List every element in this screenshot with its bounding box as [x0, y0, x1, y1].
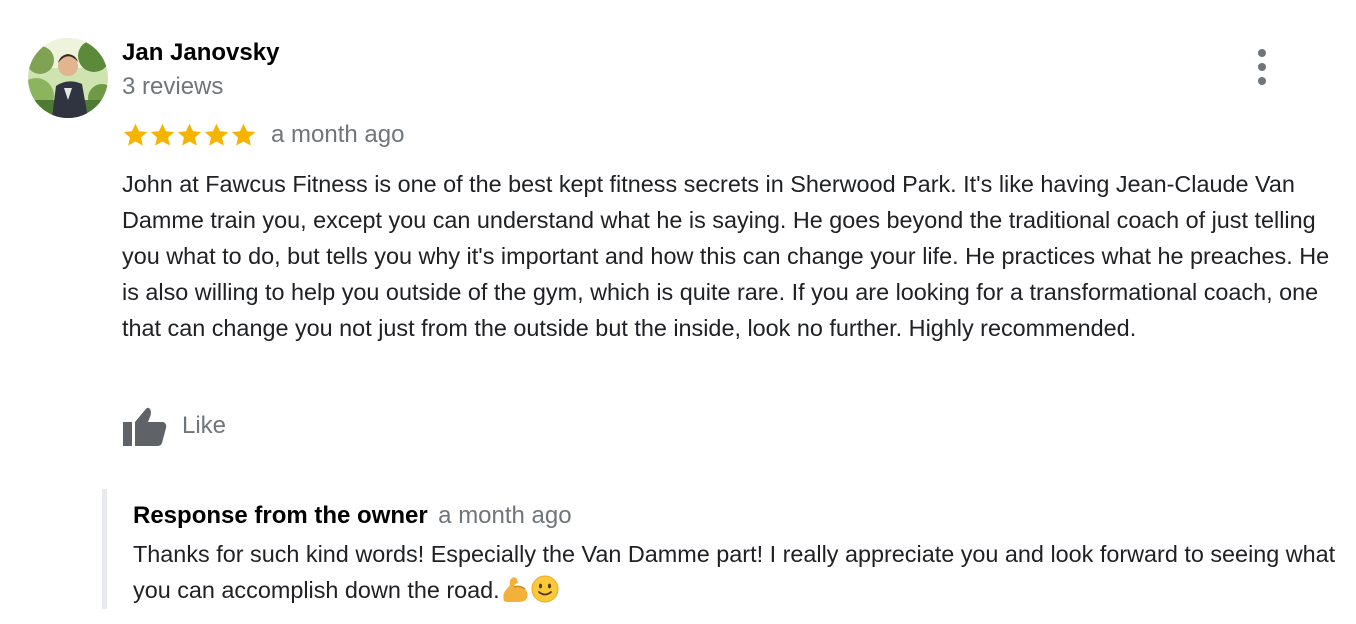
star-icon [204, 123, 229, 146]
like-button[interactable]: Like [122, 404, 226, 448]
owner-response-text-block: Thanks for such kind words! Especially t… [133, 536, 1343, 608]
owner-response-title: Response from the owner [133, 502, 428, 529]
star-rating [122, 122, 257, 149]
star-icon [123, 123, 148, 146]
thumbs-up-icon [123, 407, 167, 446]
like-label: Like [182, 412, 227, 439]
profile-photo-icon [28, 38, 108, 118]
review-card: Jan Janovsky 3 reviews a month ago John … [0, 0, 1356, 624]
slightly-smiling-face-icon [531, 575, 559, 603]
review-date: a month ago [271, 121, 405, 148]
star-icon [150, 123, 175, 146]
review-text: John at Fawcus Fitness is one of the bes… [122, 171, 1330, 341]
rating-row: a month ago [122, 119, 404, 151]
more-vert-icon-dot [1258, 63, 1266, 71]
star-icon [231, 123, 256, 146]
owner-response-text: Thanks for such kind words! Especially t… [133, 541, 1336, 603]
owner-response: Response from the owner a month ago Than… [102, 489, 1337, 609]
flexed-biceps-icon [503, 577, 528, 602]
star-icon [177, 123, 202, 146]
owner-response-header: Response from the owner a month ago [133, 501, 572, 534]
reviewer-name[interactable]: Jan Janovsky [122, 38, 279, 68]
reviewer-review-count[interactable]: 3 reviews [122, 72, 223, 102]
reviewer-avatar[interactable] [28, 38, 108, 118]
more-options-button[interactable] [1246, 46, 1278, 88]
owner-response-date: a month ago [438, 502, 572, 529]
more-vert-icon [1258, 49, 1266, 57]
more-vert-icon-dot [1258, 77, 1266, 85]
